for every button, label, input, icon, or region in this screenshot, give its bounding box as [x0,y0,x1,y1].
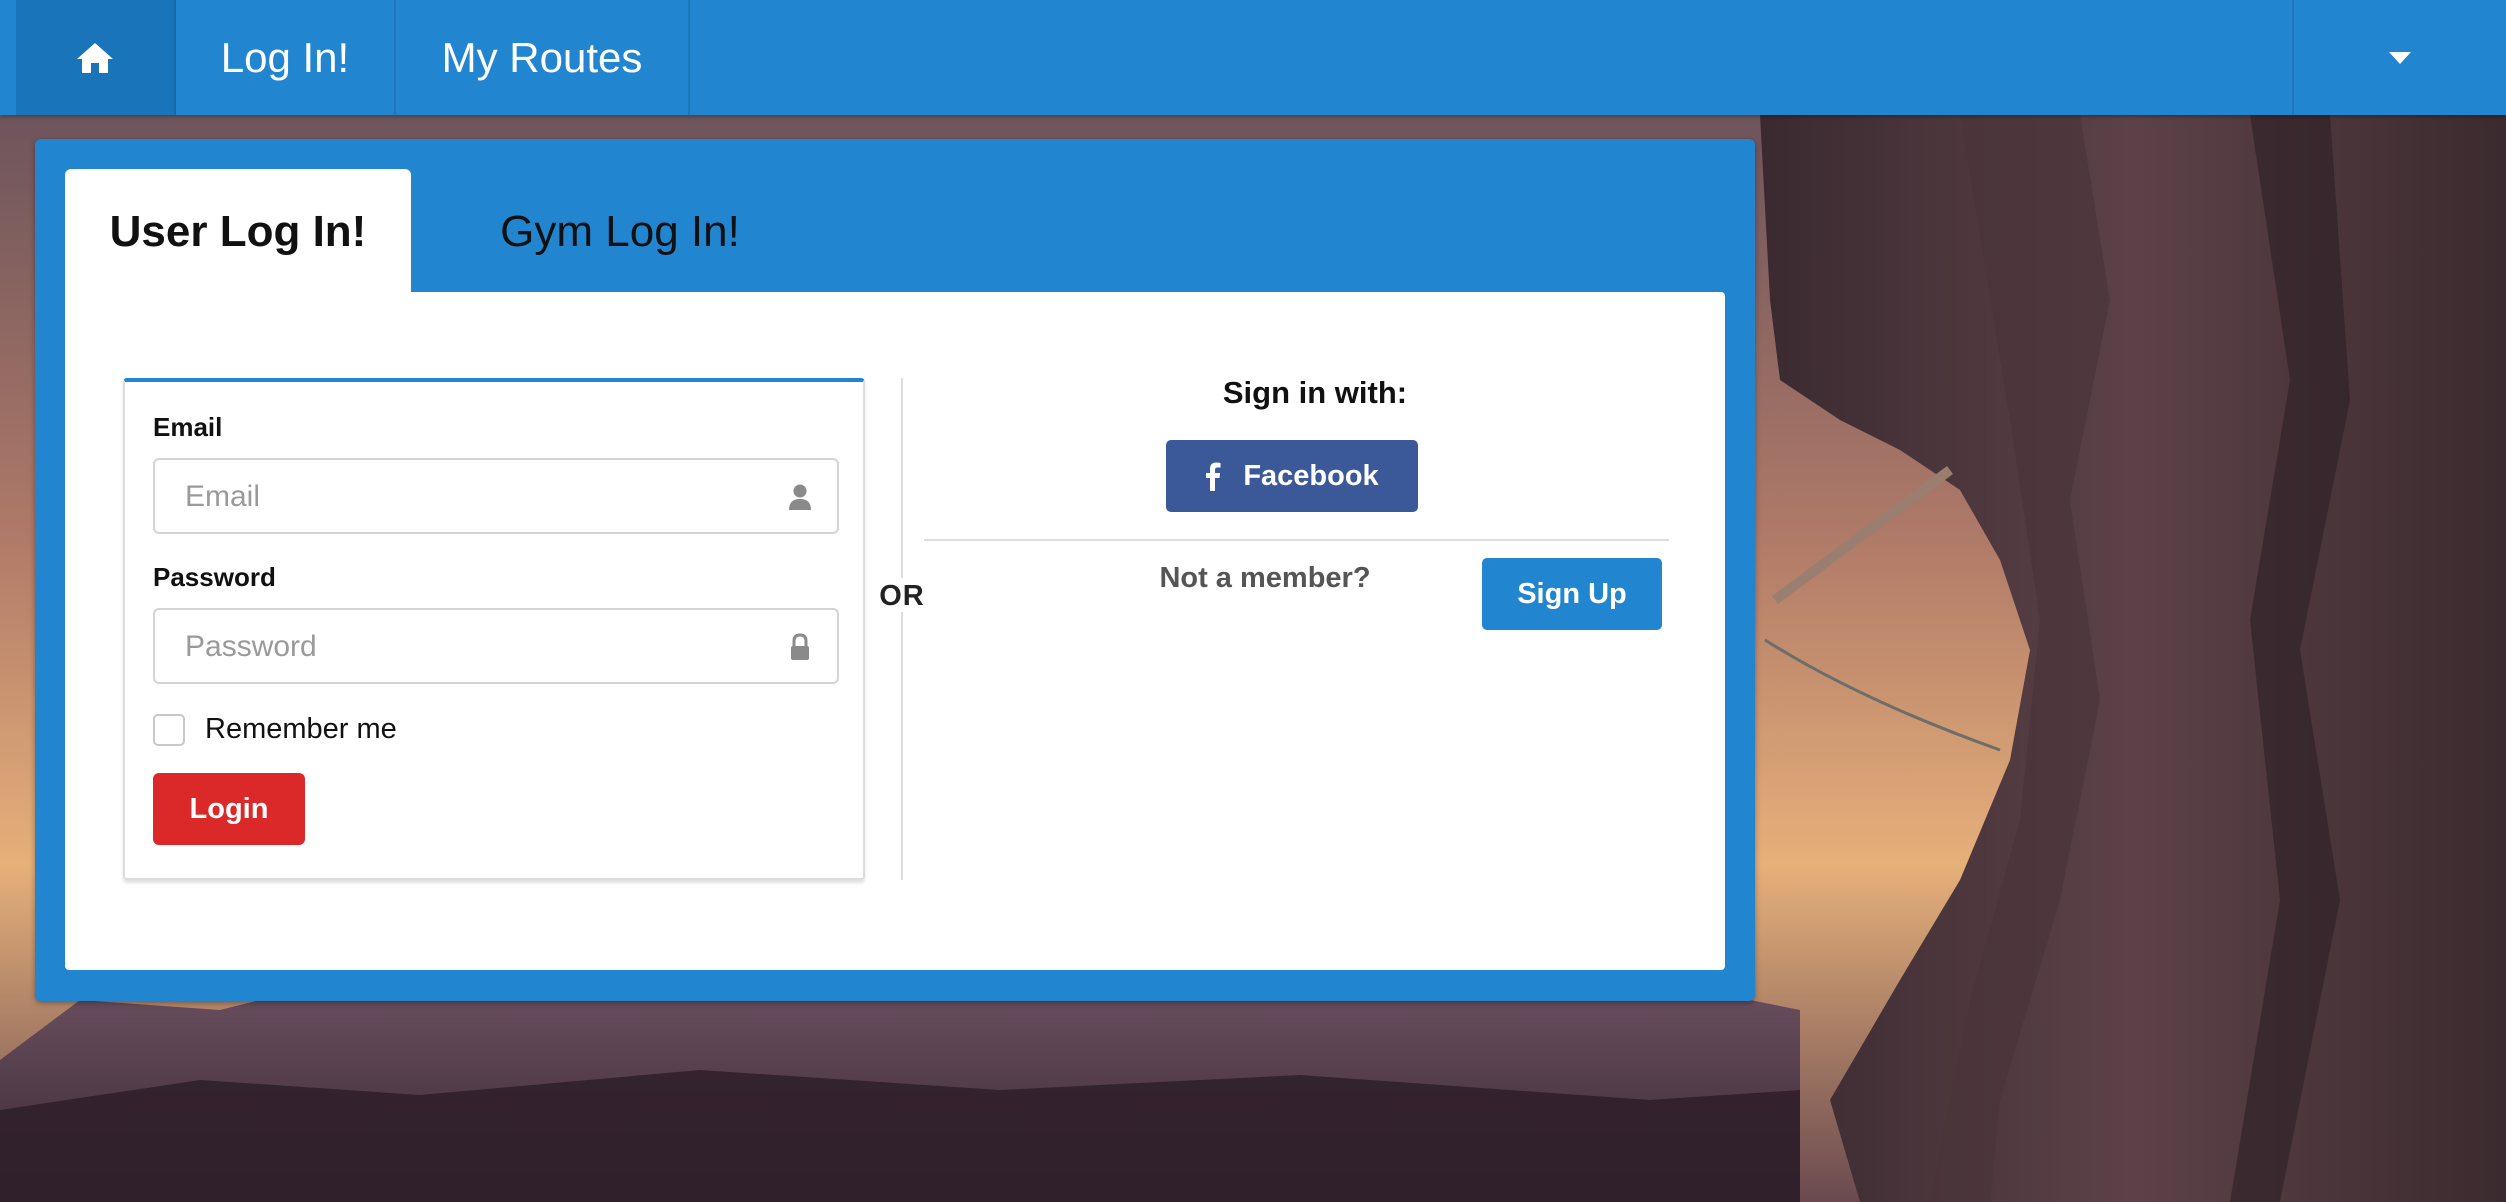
facebook-button-label: Facebook [1243,459,1379,492]
login-panel: User Log In! Gym Log In! Email Password [35,139,1755,1001]
password-label: Password [153,562,276,592]
tab-gym-login-label: Gym Log In! [500,207,740,256]
divider-line-bottom [901,612,903,880]
not-a-member-text: Not a member? [1159,562,1371,594]
nav-my-routes[interactable]: My Routes [396,0,690,115]
email-input[interactable] [183,460,747,534]
or-divider: OR [879,580,925,612]
nav-login[interactable]: Log In! [176,0,396,115]
login-form: Email Password Remember me Logi [123,378,865,880]
divider-line-top [901,378,903,578]
email-field-wrapper [153,458,839,534]
facebook-icon [1206,462,1221,491]
email-label: Email [153,412,223,442]
remember-me-checkbox[interactable]: Remember me [153,713,397,746]
sign-in-with-heading: Sign in with: [1222,375,1408,410]
lock-icon [791,633,809,660]
nav-my-routes-label: My Routes [441,33,643,81]
home-icon [77,42,113,73]
remember-me-label: Remember me [205,713,397,745]
nav-login-label: Log In! [220,33,350,81]
sign-up-button[interactable]: Sign Up [1482,558,1662,630]
top-navbar: Log In! My Routes [0,0,2506,115]
horizontal-divider [924,539,1669,541]
nav-dropdown[interactable] [2292,0,2506,115]
tab-user-login-label: User Log In! [109,207,367,256]
caret-down-icon [2389,51,2411,64]
facebook-button[interactable]: Facebook [1166,440,1418,512]
checkbox-box[interactable] [153,713,185,746]
login-button[interactable]: Login [153,773,305,845]
password-input[interactable] [183,610,747,684]
password-field-wrapper [153,608,839,684]
nav-home[interactable] [16,0,176,115]
tab-user-login[interactable]: User Log In! [65,169,411,295]
tab-gym-login[interactable]: Gym Log In! [435,169,805,295]
tab-content: Email Password Remember me Logi [65,292,1725,970]
user-icon [789,484,811,510]
